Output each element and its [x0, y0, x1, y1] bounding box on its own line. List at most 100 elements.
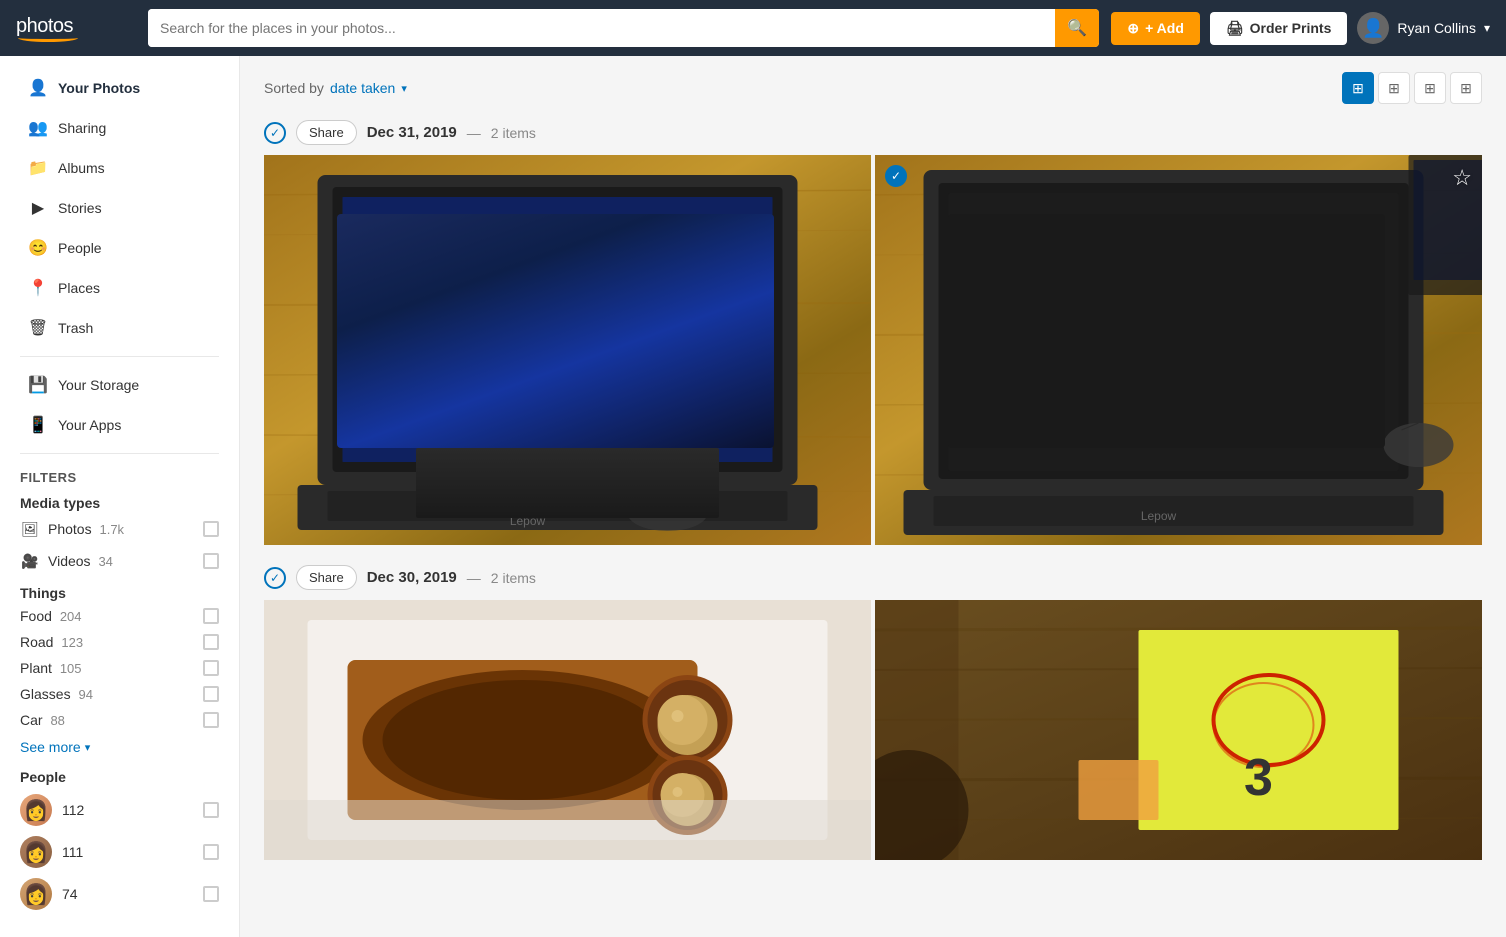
search-button[interactable]: 🔍	[1055, 9, 1099, 47]
sidebar-item-people[interactable]: 😊 People	[8, 228, 231, 268]
videos-filter-label: Videos 34	[48, 553, 195, 569]
user-menu[interactable]: 👤 Ryan Collins ▾	[1357, 12, 1490, 44]
date-group-dec31: ✓ Share Dec 31, 2019 — 2 items	[264, 120, 1482, 545]
share-button-dec30[interactable]: Share	[296, 565, 357, 590]
videos-filter-icon: 🎥	[20, 551, 40, 571]
albums-icon: 📁	[28, 158, 48, 178]
sidebar-item-sharing[interactable]: 👥 Sharing	[8, 108, 231, 148]
filter-item-videos[interactable]: 🎥 Videos 34	[0, 545, 239, 577]
person-avatar-2: 👩	[20, 836, 52, 868]
things-item-road[interactable]: Road 123	[0, 629, 239, 655]
sidebar-item-storage[interactable]: 💾 Your Storage	[8, 365, 231, 405]
people-section-label: People	[0, 761, 239, 789]
date-select-dec31[interactable]: ✓	[264, 122, 286, 144]
svg-text:10:25 🙂 A few top as extensi: 10:25 🙂 A few top as extension of import…	[959, 271, 1295, 282]
person-2-checkbox[interactable]	[203, 844, 219, 860]
sort-value: date taken	[330, 80, 395, 96]
person-face-icon-2: 👩	[24, 840, 49, 865]
add-label: + Add	[1145, 20, 1184, 36]
sidebar-item-stories[interactable]: ▶ Stories	[8, 188, 231, 228]
things-item-food[interactable]: Food 204	[0, 603, 239, 629]
things-road-checkbox[interactable]	[203, 634, 219, 650]
view-medium-grid-button[interactable]: ⊞	[1378, 72, 1410, 104]
share-button-dec31[interactable]: Share	[296, 120, 357, 145]
photo-item-laptop-terminal[interactable]: ✓	[875, 155, 1482, 545]
sidebar-item-label-stories: Stories	[58, 200, 102, 216]
photo-item-note[interactable]: 3	[875, 600, 1482, 860]
add-icon: ⊕	[1127, 20, 1139, 37]
sort-label: Sorted by	[264, 80, 324, 96]
amazon-photos-logo: photos	[16, 15, 78, 42]
view-controls: ⊞ ⊞ ⊞ ⊞	[1342, 72, 1482, 104]
person-1-checkbox[interactable]	[203, 802, 219, 818]
avatar-icon: 👤	[1362, 18, 1384, 39]
large-grid-icon: ⊞	[1352, 80, 1364, 97]
sidebar-item-places[interactable]: 📍 Places	[8, 268, 231, 308]
avatar: 👤	[1357, 12, 1389, 44]
photo-item-laptop-blue[interactable]: user@linux:~/pack/spack $ user@linux:~/p…	[264, 155, 871, 545]
apps-icon: 📱	[28, 415, 48, 435]
sidebar-item-label-albums: Albums	[58, 160, 105, 176]
filters-label: FILTERS	[0, 462, 239, 489]
things-label: Things	[0, 577, 239, 603]
sharing-icon: 👥	[28, 118, 48, 138]
see-more-button[interactable]: See more ▾	[0, 733, 239, 761]
search-input[interactable]	[148, 9, 1055, 47]
photo-star-2[interactable]: ☆	[1452, 165, 1472, 191]
videos-filter-checkbox[interactable]	[203, 553, 219, 569]
photo-grid-dec30: 3	[264, 600, 1482, 860]
places-icon: 📍	[28, 278, 48, 298]
view-small-grid-button[interactable]: ⊞	[1414, 72, 1446, 104]
your-photos-icon: 👤	[28, 78, 48, 98]
things-food-checkbox[interactable]	[203, 608, 219, 624]
header-actions: ⊕ + Add 🖨 Order Prints 👤 Ryan Collins ▾	[1111, 12, 1490, 45]
sidebar-item-albums[interactable]: 📁 Albums	[8, 148, 231, 188]
photo-svg-note: 3	[875, 600, 1482, 860]
svg-text:10:35 Simple Item URL for e: 10:35 Simple Item URL for eBay.	[959, 370, 1127, 380]
order-prints-button[interactable]: 🖨 Order Prints	[1210, 12, 1347, 45]
svg-text:10:25 https://www.ebay.com/: 10:25 https://www.ebay.com/itm/keyboard-…	[959, 314, 1273, 324]
things-item-plant[interactable]: Plant 105	[0, 655, 239, 681]
logo-area: photos	[16, 15, 136, 42]
date-label-dec30: Dec 30, 2019	[367, 569, 457, 586]
svg-text:10:31 ATMEL 1284P - Working k: 10:31 ATMEL 1284P - Working keyboard. I …	[959, 328, 1295, 338]
svg-text:10:35 Simple URL shortener: 10:35 Simple URL shortener for eBay list…	[959, 384, 1268, 394]
sidebar-item-label-trash: Trash	[58, 320, 93, 336]
people-icon: 😊	[28, 238, 48, 258]
sidebar: 👤 Your Photos 👥 Sharing 📁 Albums ▶ Stori…	[0, 56, 240, 937]
person-item-3[interactable]: 👩 74	[0, 873, 239, 915]
view-large-grid-button[interactable]: ⊞	[1342, 72, 1374, 104]
content-header: Sorted by date taken ▾ ⊞ ⊞ ⊞ ⊞	[264, 72, 1482, 104]
order-prints-label: Order Prints	[1250, 20, 1332, 36]
sidebar-item-apps[interactable]: 📱 Your Apps	[8, 405, 231, 445]
sidebar-divider-2	[20, 453, 219, 454]
photo-item-food[interactable]	[264, 600, 871, 860]
date-select-dec30[interactable]: ✓	[264, 567, 286, 589]
photo-svg-2: 20:52 The shortcut started tracking. Tur…	[875, 155, 1482, 545]
things-plant-checkbox[interactable]	[203, 660, 219, 676]
person-face-icon-3: 👩	[24, 882, 49, 907]
svg-text:Lepow: Lepow	[1141, 509, 1177, 523]
svg-text:10:25 URL Shortening servic: 10:25 URL Shortening service for any lin…	[959, 300, 1279, 310]
photo-check-2[interactable]: ✓	[885, 165, 907, 187]
things-item-car[interactable]: Car 88	[0, 707, 239, 733]
main-content: Sorted by date taken ▾ ⊞ ⊞ ⊞ ⊞	[240, 56, 1506, 937]
date-header-dec30: ✓ Share Dec 30, 2019 — 2 items	[264, 565, 1482, 590]
sidebar-item-trash[interactable]: 🗑 Trash	[8, 308, 231, 348]
person-item-2[interactable]: 👩 111	[0, 831, 239, 873]
date-group-dec30: ✓ Share Dec 30, 2019 — 2 items	[264, 565, 1482, 860]
svg-text:10:35 and I've tested working: 10:35 and I've tested working and saved …	[959, 356, 1284, 366]
date-label-dec31: Dec 31, 2019	[367, 124, 457, 141]
things-car-checkbox[interactable]	[203, 712, 219, 728]
view-list-button[interactable]: ⊞	[1450, 72, 1482, 104]
sidebar-item-label-people: People	[58, 240, 102, 256]
person-item-1[interactable]: 👩 112	[0, 789, 239, 831]
things-glasses-checkbox[interactable]	[203, 686, 219, 702]
photos-filter-checkbox[interactable]	[203, 521, 219, 537]
things-item-glasses[interactable]: Glasses 94	[0, 681, 239, 707]
filter-item-photos[interactable]: 🖼 Photos 1.7k	[0, 513, 239, 545]
sort-control[interactable]: Sorted by date taken ▾	[264, 80, 407, 96]
person-3-checkbox[interactable]	[203, 886, 219, 902]
add-button[interactable]: ⊕ + Add	[1111, 12, 1200, 45]
sidebar-item-your-photos[interactable]: 👤 Your Photos	[8, 68, 231, 108]
